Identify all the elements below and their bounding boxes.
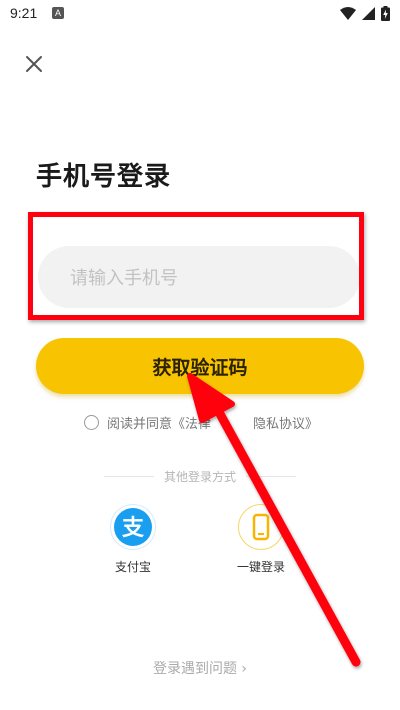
notification-icon: A xyxy=(52,7,64,19)
close-icon xyxy=(26,56,42,72)
close-button[interactable] xyxy=(24,54,44,74)
agreement-row: 阅读并同意《法律 隐私协议》 xyxy=(84,413,318,432)
signal-icon xyxy=(362,7,375,20)
get-verification-code-button[interactable]: 获取验证码 xyxy=(36,338,364,394)
alipay-icon: 支 xyxy=(110,504,156,550)
one-click-login-option[interactable]: 一键登录 xyxy=(226,504,296,575)
agreement-text: 阅读并同意《法律 xyxy=(107,417,212,432)
phone-icon xyxy=(238,504,284,550)
login-trouble-link[interactable]: 登录遇到问题 › xyxy=(0,658,400,678)
divider-line xyxy=(246,476,297,477)
page-title: 手机号登录 xyxy=(36,162,172,192)
status-bar: 9:21 A xyxy=(0,0,400,28)
alipay-glyph: 支 xyxy=(121,516,144,541)
other-login-divider: 其他登录方式 xyxy=(104,468,297,485)
other-login-label: 其他登录方式 xyxy=(164,470,237,484)
agreement-checkbox[interactable] xyxy=(84,415,99,430)
battery-charging-icon xyxy=(381,6,390,21)
status-time: 9:21 xyxy=(10,5,38,21)
status-icons xyxy=(340,6,390,21)
wifi-icon xyxy=(340,7,356,20)
alipay-label: 支付宝 xyxy=(114,560,151,574)
alipay-login-option[interactable]: 支 支付宝 xyxy=(98,504,168,575)
one-click-login-label: 一键登录 xyxy=(236,560,285,574)
privacy-policy-link[interactable]: 隐私协议》 xyxy=(253,413,318,432)
highlight-frame xyxy=(28,212,364,320)
divider-line xyxy=(104,476,154,477)
